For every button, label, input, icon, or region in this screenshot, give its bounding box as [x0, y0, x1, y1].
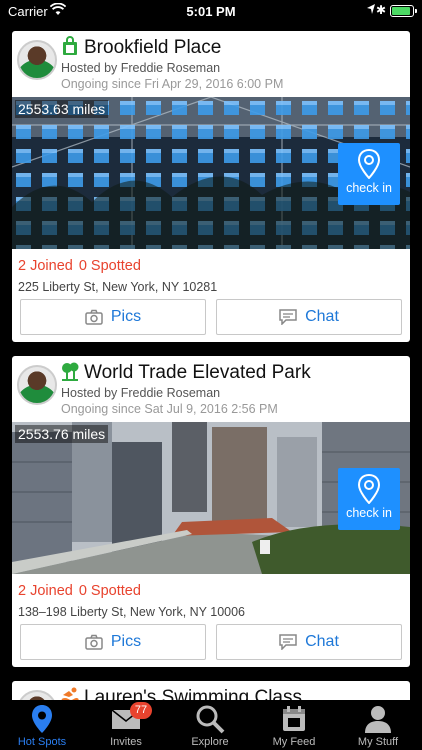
tab-my-feed[interactable]: My Feed: [252, 700, 336, 750]
park-tree-icon: [62, 362, 79, 381]
distance-label: 2553.76 miles: [15, 425, 109, 443]
pics-label: Pics: [110, 633, 142, 650]
swimmer-icon: [61, 687, 79, 700]
location-pin-icon: [357, 474, 381, 504]
calendar-icon: [283, 706, 305, 731]
distance-label: 2553.63 miles: [15, 100, 109, 118]
check-in-button[interactable]: check in: [338, 468, 400, 530]
camera-icon: [85, 309, 103, 325]
tab-label: Invites: [110, 736, 142, 748]
shopping-bag-icon: [63, 36, 77, 55]
event-host: Hosted by Freddie Roseman: [61, 386, 221, 400]
host-avatar[interactable]: [17, 365, 57, 405]
invites-badge: 77: [130, 702, 152, 719]
camera-icon: [85, 634, 103, 650]
bluetooth-icon: ✱: [375, 3, 386, 17]
spotted-count[interactable]: 0 Spotted: [79, 258, 141, 274]
pics-label: Pics: [110, 308, 142, 325]
tab-hot-spots[interactable]: Hot Spots: [0, 700, 84, 750]
event-stats: 2 Joined 0 Spotted: [18, 583, 147, 599]
check-in-label: check in: [346, 506, 392, 520]
tab-invites[interactable]: 77 Invites: [84, 700, 168, 750]
magnifier-icon: [196, 705, 225, 734]
event-title[interactable]: World Trade Elevated Park: [84, 362, 311, 384]
check-in-button[interactable]: check in: [338, 143, 400, 205]
event-title[interactable]: Lauren's Swimming Class: [84, 687, 302, 700]
event-card[interactable]: World Trade Elevated Park Hosted by Fred…: [12, 356, 410, 667]
tab-bar: Hot Spots 77 Invites Explore My Feed My …: [0, 700, 422, 750]
tab-label: Hot Spots: [17, 736, 67, 748]
clock: 5:01 PM: [186, 4, 236, 19]
event-since: Ongoing since Sat Jul 9, 2016 2:56 PM: [61, 402, 278, 416]
location-pin-icon: [357, 149, 381, 179]
pics-button[interactable]: Pics: [20, 624, 206, 660]
tab-label: My Feed: [272, 736, 316, 748]
chat-button[interactable]: Chat: [216, 299, 402, 335]
chat-button[interactable]: Chat: [216, 624, 402, 660]
hot-spots-feed[interactable]: Brookfield Place Hosted by Freddie Rosem…: [0, 22, 422, 700]
check-in-label: check in: [346, 181, 392, 195]
spotted-count[interactable]: 0 Spotted: [79, 583, 141, 599]
location-pin-icon: [32, 705, 52, 733]
host-avatar[interactable]: [17, 690, 57, 700]
host-avatar[interactable]: [17, 40, 57, 80]
event-card[interactable]: Brookfield Place Hosted by Freddie Rosem…: [12, 31, 410, 342]
tab-explore[interactable]: Explore: [168, 700, 252, 750]
joined-count[interactable]: 2 Joined: [18, 583, 73, 599]
event-address[interactable]: 138–198 Liberty St, New York, NY 10006: [18, 605, 245, 619]
person-icon: [365, 706, 391, 733]
event-card[interactable]: Lauren's Swimming Class: [12, 681, 410, 700]
tab-my-stuff[interactable]: My Stuff: [336, 700, 420, 750]
event-since: Ongoing since Fri Apr 29, 2016 6:00 PM: [61, 77, 284, 91]
chat-label: Chat: [305, 308, 339, 325]
tab-label: Explore: [191, 736, 229, 748]
battery-icon: [390, 5, 417, 17]
event-host: Hosted by Freddie Roseman: [61, 61, 221, 75]
chat-bubble-icon: [279, 309, 297, 325]
event-address[interactable]: 225 Liberty St, New York, NY 10281: [18, 280, 217, 294]
chat-bubble-icon: [279, 634, 297, 650]
event-stats: 2 Joined 0 Spotted: [18, 258, 147, 274]
joined-count[interactable]: 2 Joined: [18, 258, 73, 274]
location-arrow-icon: [367, 4, 375, 14]
tab-label: My Stuff: [357, 736, 399, 748]
status-bar: Carrier 5:01 PM ✱: [0, 0, 422, 22]
chat-label: Chat: [305, 633, 339, 650]
event-title[interactable]: Brookfield Place: [84, 37, 221, 59]
pics-button[interactable]: Pics: [20, 299, 206, 335]
